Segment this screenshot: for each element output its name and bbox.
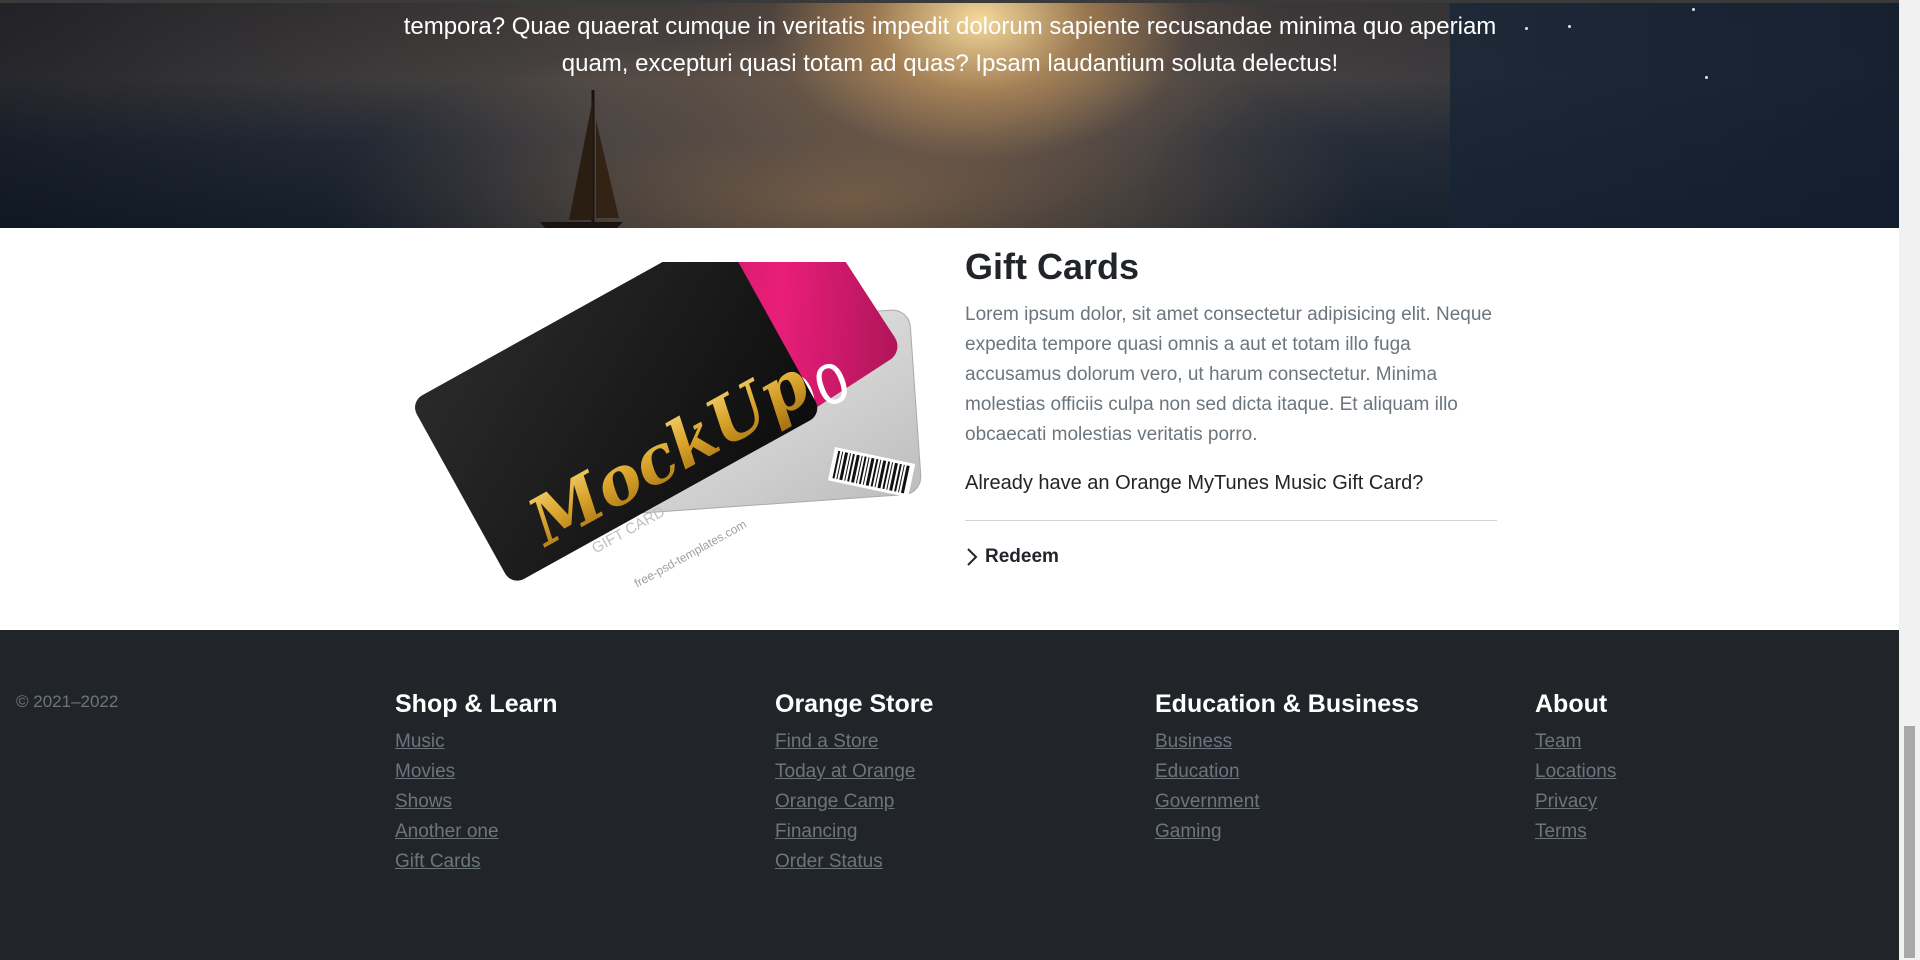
redeem-link[interactable]: Redeem (965, 546, 1059, 568)
footer-link-movies[interactable]: Movies (395, 761, 455, 782)
footer-link-education[interactable]: Education (1155, 761, 1240, 782)
hero-night-sky (1450, 0, 1899, 228)
footer-link-financing[interactable]: Financing (775, 821, 857, 842)
footer-link-orange-camp[interactable]: Orange Camp (775, 791, 894, 812)
page: tempora? Quae quaerat cumque in veritati… (0, 0, 1920, 960)
footer-column-title: About (1535, 690, 1608, 718)
footer-link-today-at-orange[interactable]: Today at Orange (775, 761, 915, 782)
hero-paragraph: tempora? Quae quaerat cumque in veritati… (403, 13, 1497, 77)
gift-cards-heading: Gift Cards (965, 246, 1140, 287)
section-divider (965, 520, 1497, 521)
footer-column-title: Orange Store (775, 690, 934, 718)
site-footer: © 2021–2022 Shop & Learn Music Movies Sh… (0, 630, 1899, 960)
footer-link-business[interactable]: Business (1155, 731, 1232, 752)
footer-column-title: Shop & Learn (395, 690, 558, 718)
scrollbar-thumb[interactable] (1904, 726, 1915, 958)
hero-banner: tempora? Quae quaerat cumque in veritati… (0, 0, 1899, 228)
footer-link-shows[interactable]: Shows (395, 791, 452, 812)
footer-column-title: Education & Business (1155, 690, 1419, 718)
redeem-label: Redeem (985, 546, 1059, 567)
footer-column-about: About Team Locations Privacy Terms (1535, 690, 1616, 847)
footer-link-government[interactable]: Government (1155, 791, 1260, 812)
window-top-edge (0, 0, 1899, 3)
footer-link-music[interactable]: Music (395, 731, 445, 752)
footer-link-terms[interactable]: Terms (1535, 821, 1587, 842)
footer-link-find-a-store[interactable]: Find a Store (775, 731, 879, 752)
footer-link-order-status[interactable]: Order Status (775, 851, 883, 872)
gift-card-question: Already have an Orange MyTunes Music Gif… (965, 472, 1424, 494)
footer-link-gift-cards[interactable]: Gift Cards (395, 851, 481, 872)
star (1692, 8, 1695, 11)
star (1525, 27, 1528, 30)
footer-column-education-business: Education & Business Business Education … (1155, 690, 1419, 847)
footer-link-gaming[interactable]: Gaming (1155, 821, 1222, 842)
gift-card-image: 00 MockUp GIFT CARD free-psd-templates.c… (415, 262, 922, 590)
gift-cards-description: Lorem ipsum dolor, sit amet consectetur … (965, 304, 1492, 445)
footer-link-privacy[interactable]: Privacy (1535, 791, 1597, 812)
footer-column-orange-store: Orange Store Find a Store Today at Orang… (775, 690, 933, 877)
star (1568, 25, 1571, 28)
sailboat-silhouette (540, 90, 623, 228)
footer-column-shop-learn: Shop & Learn Music Movies Shows Another … (395, 690, 558, 877)
chevron-right-icon (967, 548, 978, 566)
footer-link-locations[interactable]: Locations (1535, 761, 1616, 782)
footer-link-another-one[interactable]: Another one (395, 821, 499, 842)
vertical-scrollbar[interactable] (1899, 0, 1920, 960)
copyright-text: © 2021–2022 (16, 692, 119, 711)
star (1705, 76, 1708, 79)
footer-link-team[interactable]: Team (1535, 731, 1581, 752)
